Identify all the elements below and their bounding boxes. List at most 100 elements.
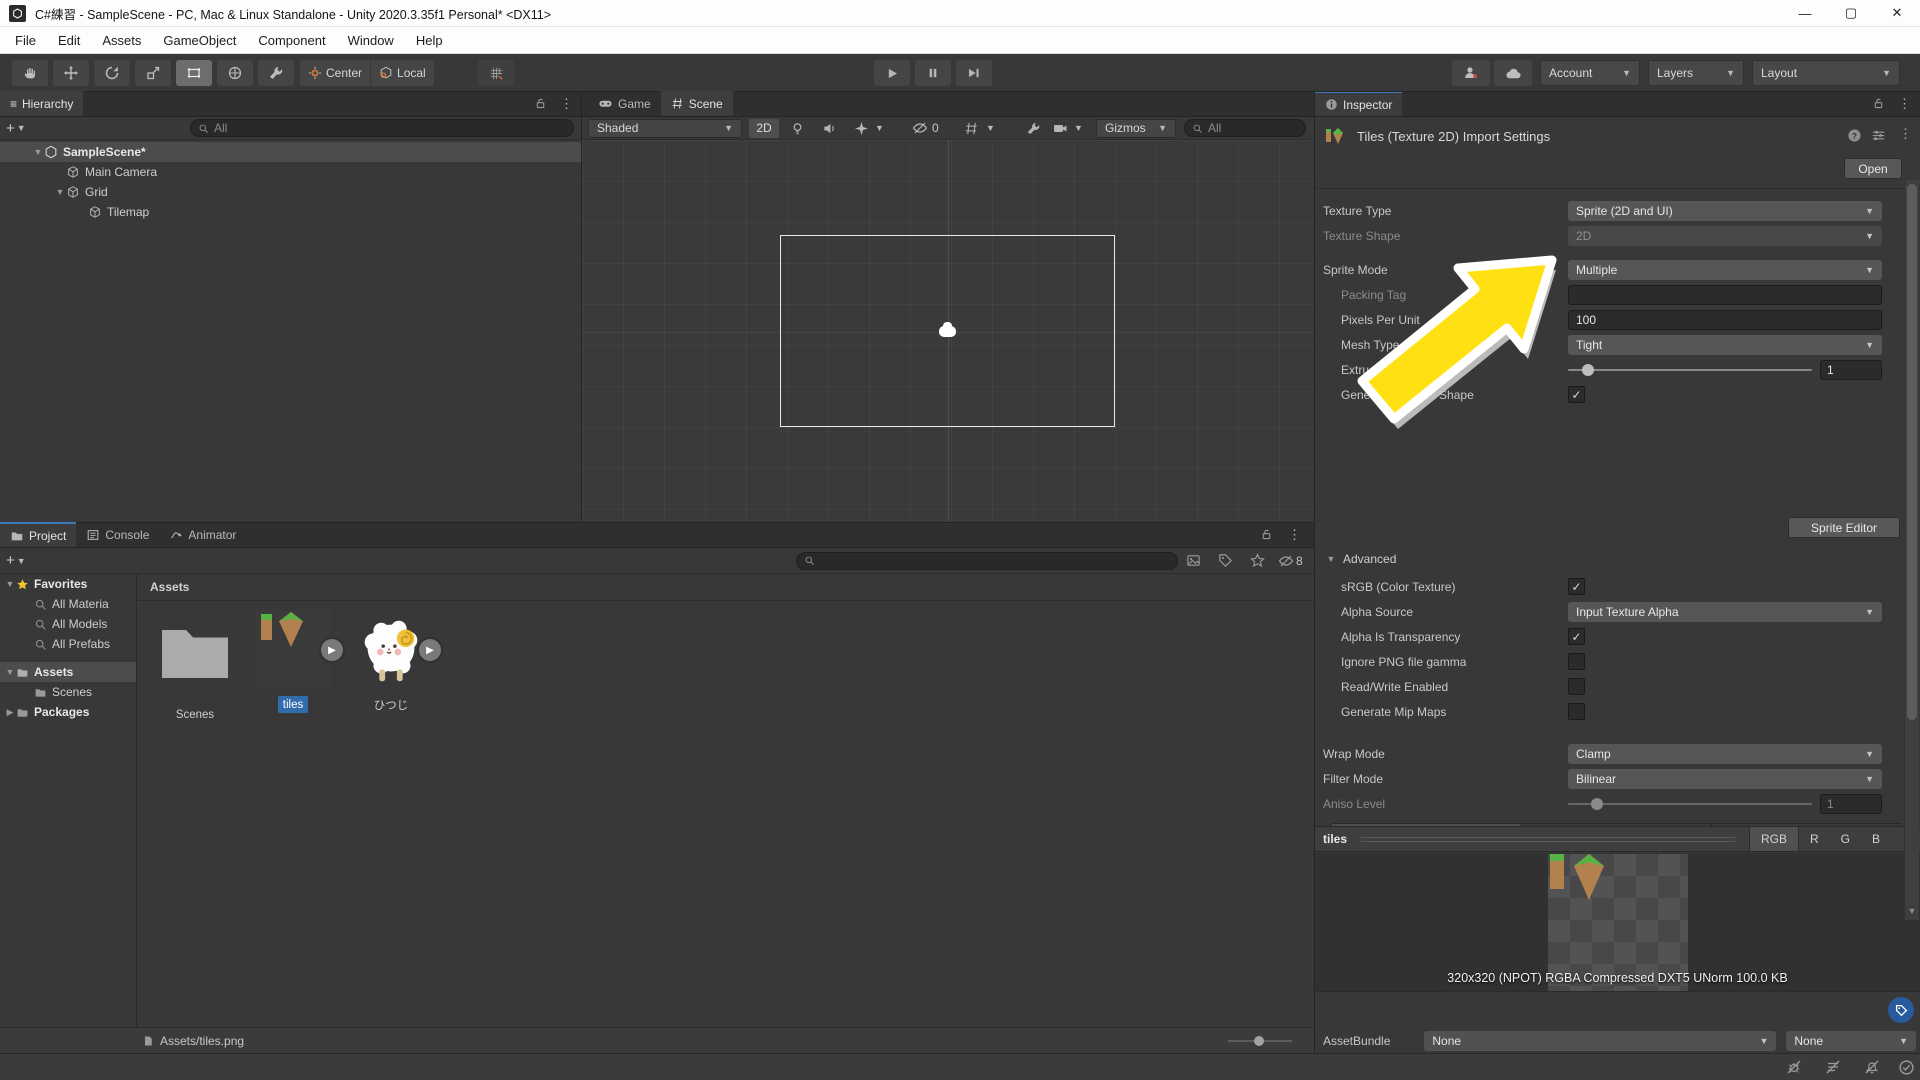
tab-inspector[interactable]: Inspector <box>1315 92 1403 116</box>
presets-icon[interactable] <box>1871 128 1886 143</box>
save-search-icon[interactable] <box>1250 553 1265 568</box>
hierarchy-item-tilemap[interactable]: Tilemap <box>0 202 582 222</box>
grid-dropdown-icon[interactable]: ▼ <box>986 123 995 133</box>
channel-button-r[interactable]: R <box>1799 827 1830 851</box>
scene-lighting-icon[interactable] <box>790 121 805 136</box>
mute-notifications-icon[interactable] <box>1864 1059 1880 1075</box>
shading-mode-dropdown[interactable]: Shaded ▼ <box>588 118 742 138</box>
menu-item-gameobject[interactable]: GameObject <box>152 27 247 53</box>
tab-game[interactable]: Game <box>588 91 661 116</box>
hierarchy-search-input[interactable]: All <box>190 119 574 137</box>
asset-item-texture[interactable]: ▶ tiles <box>254 610 343 723</box>
mute-messages-icon[interactable] <box>1825 1059 1841 1075</box>
rotate-tool-button[interactable] <box>94 60 130 86</box>
foldout-triangle-icon[interactable]: ▼ <box>4 667 16 677</box>
project-search-input[interactable] <box>796 551 1178 570</box>
layout-dropdown[interactable]: Layout ▼ <box>1752 60 1900 86</box>
tab-scene[interactable]: Scene <box>660 91 733 116</box>
asset-item-image[interactable]: ▶ ひつじ <box>352 610 441 723</box>
kebab-menu-icon[interactable]: ⋮ <box>1898 96 1911 112</box>
channel-button-g[interactable]: G <box>1830 827 1861 851</box>
minimize-button[interactable]: — <box>1782 0 1828 26</box>
account-dropdown[interactable]: Account ▼ <box>1540 60 1640 86</box>
collab-button[interactable] <box>1452 60 1490 86</box>
effects-dropdown-icon[interactable]: ▼ <box>875 123 884 133</box>
expand-asset-badge[interactable]: ▶ <box>419 639 441 661</box>
extrude-edges-slider-handle[interactable] <box>1581 363 1594 376</box>
tree-all-models[interactable]: All Models <box>0 614 136 634</box>
lock-icon[interactable] <box>1260 528 1273 541</box>
hand-tool-button[interactable] <box>12 60 48 86</box>
open-button[interactable]: Open <box>1844 158 1902 179</box>
hierarchy-add-button[interactable]: + ▼ <box>0 120 32 137</box>
scale-tool-button[interactable] <box>135 60 171 86</box>
kebab-menu-icon[interactable]: ⋮ <box>560 96 573 112</box>
menu-item-window[interactable]: Window <box>337 27 405 53</box>
tab-animator[interactable]: Animator <box>159 522 246 547</box>
aniso-level-slider[interactable]: 1 <box>1568 793 1882 814</box>
step-button[interactable] <box>956 60 992 86</box>
tab-console[interactable]: Console <box>76 522 159 547</box>
tab-hierarchy[interactable]: ≡ Hierarchy <box>0 91 84 116</box>
texture-shape-dropdown[interactable]: 2D ▼ <box>1568 225 1882 246</box>
foldout-triangle-icon[interactable]: ▼ <box>32 147 44 157</box>
pivot-center-button[interactable]: Center <box>300 60 371 86</box>
menu-item-assets[interactable]: Assets <box>91 27 152 53</box>
assetbundle-variant-dropdown[interactable]: None ▼ <box>1786 1031 1916 1051</box>
aniso-level-value-field[interactable]: 1 <box>1820 793 1882 814</box>
hierarchy-item-main-camera[interactable]: Main Camera <box>0 162 582 182</box>
assetbundle-dropdown[interactable]: None ▼ <box>1424 1031 1777 1051</box>
expand-asset-badge[interactable]: ▶ <box>321 639 343 661</box>
project-add-button[interactable]: + ▼ <box>0 552 32 569</box>
sprite-mode-dropdown[interactable]: Multiple ▼ <box>1568 259 1882 280</box>
scene-audio-icon[interactable] <box>822 121 837 136</box>
scrollbar-thumb[interactable] <box>1907 184 1917 720</box>
foldout-triangle-icon[interactable]: ▶ <box>4 707 16 718</box>
hierarchy-item-grid[interactable]: ▼ Grid <box>0 182 582 202</box>
camera-dropdown-icon[interactable]: ▼ <box>1074 123 1083 133</box>
gizmos-dropdown[interactable]: Gizmos ▼ <box>1096 118 1176 138</box>
tree-scenes[interactable]: Scenes <box>0 682 136 702</box>
packing-tag-field[interactable] <box>1568 284 1882 305</box>
sprite-editor-button[interactable]: Sprite Editor <box>1788 517 1900 538</box>
help-icon[interactable]: ? <box>1847 128 1862 143</box>
mesh-type-dropdown[interactable]: Tight ▼ <box>1568 334 1882 355</box>
hidden-count-eye-icon[interactable] <box>1278 553 1294 569</box>
layers-dropdown[interactable]: Layers ▼ <box>1648 60 1744 86</box>
foldout-triangle-icon[interactable]: ▼ <box>54 187 66 197</box>
lock-icon[interactable] <box>1872 97 1885 110</box>
alpha-is-transparency-checkbox[interactable]: ✓ <box>1568 628 1585 645</box>
search-by-label-icon[interactable] <box>1218 553 1233 568</box>
scene-camera-icon[interactable] <box>1052 120 1068 136</box>
ignore-png-file-gamma-checkbox[interactable] <box>1568 653 1585 670</box>
scrollbar-down-arrow[interactable]: ▼ <box>1905 906 1919 916</box>
custom-tool-button[interactable] <box>258 60 294 86</box>
menu-item-help[interactable]: Help <box>405 27 454 53</box>
rect-tool-button[interactable] <box>176 60 212 86</box>
menu-item-edit[interactable]: Edit <box>47 27 91 53</box>
grid-visibility-icon[interactable] <box>964 121 979 136</box>
wrap-mode-dropdown[interactable]: Clamp ▼ <box>1568 743 1882 764</box>
close-button[interactable]: ✕ <box>1874 0 1920 26</box>
scene-viewport[interactable] <box>582 140 1315 523</box>
search-by-type-icon[interactable] <box>1186 553 1201 568</box>
channel-button-b[interactable]: B <box>1861 827 1891 851</box>
kebab-menu-icon[interactable]: ⋮ <box>1899 126 1912 142</box>
tree-all-materia[interactable]: All Materia <box>0 594 136 614</box>
scene-search-input[interactable]: All <box>1184 119 1306 137</box>
aniso-level-slider-track[interactable] <box>1568 797 1812 810</box>
channel-button-rgb[interactable]: RGB <box>1748 827 1799 851</box>
move-tool-button[interactable] <box>53 60 89 86</box>
hierarchy-item-samplescene-[interactable]: ▼ SampleScene* <box>0 142 582 162</box>
mute-bugs-icon[interactable] <box>1786 1059 1802 1075</box>
maximize-button[interactable]: ▢ <box>1828 0 1874 26</box>
pixels-per-unit-field[interactable]: 100 <box>1568 309 1882 330</box>
scene-tools-icon[interactable] <box>1026 121 1041 136</box>
extrude-edges-slider-track[interactable] <box>1568 363 1812 376</box>
transform-tool-button[interactable] <box>217 60 253 86</box>
menu-item-component[interactable]: Component <box>247 27 336 53</box>
srgb-color-texture--checkbox[interactable]: ✓ <box>1568 578 1585 595</box>
asset-thumbnail-folder[interactable] <box>156 620 234 700</box>
advanced-foldout[interactable]: ▼ Advanced <box>1325 552 1397 566</box>
preview-drag-handle[interactable] <box>1361 836 1735 842</box>
